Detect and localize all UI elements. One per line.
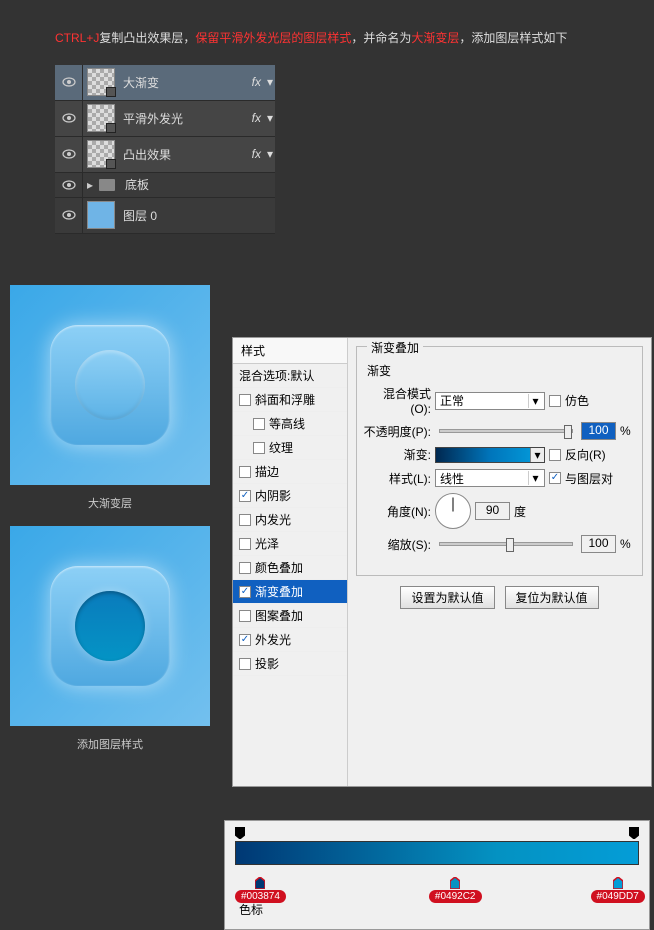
gradient-editor: #003874 #0492C2 #049DD7 色标 [224, 820, 650, 930]
row-angle: 角度(N): 90 度 [363, 493, 636, 529]
color-stop[interactable]: #0492C2 [429, 877, 482, 903]
scale-slider[interactable] [439, 542, 573, 546]
visibility-eye-icon[interactable] [55, 198, 83, 233]
style-bevel[interactable]: 斜面和浮雕 [233, 388, 347, 412]
style-contour[interactable]: 等高线 [233, 412, 347, 436]
layer-name: 平滑外发光 [119, 110, 252, 127]
style-blending-options[interactable]: 混合选项:默认 [233, 364, 347, 388]
style-color-overlay[interactable]: 颜色叠加 [233, 556, 347, 580]
style-list-header: 样式 [233, 338, 347, 364]
style-inner-glow[interactable]: 内发光 [233, 508, 347, 532]
preview-gradient-layer [10, 285, 210, 485]
fx-badge[interactable]: fx [252, 111, 265, 125]
reset-default-button[interactable]: 复位为默认值 [505, 586, 599, 609]
layer-thumbnail[interactable] [87, 140, 115, 168]
layer-thumbnail[interactable] [87, 68, 115, 96]
style-gradient-overlay[interactable]: 渐变叠加 [233, 580, 347, 604]
dither-checkbox[interactable] [549, 395, 561, 407]
previews: 大渐变层 添加图层样式 [10, 285, 210, 767]
style-texture[interactable]: 纹理 [233, 436, 347, 460]
row-gradient: 渐变: ▾ 反向(R) [363, 446, 636, 463]
row-style: 样式(L): 线性▾ 与图层对 [363, 469, 636, 487]
row-scale: 缩放(S): 100 % [363, 535, 636, 553]
layer-thumbnail[interactable] [87, 201, 115, 229]
visibility-eye-icon[interactable] [55, 65, 83, 100]
fx-badge[interactable]: fx [252, 75, 265, 89]
opacity-stop-icon[interactable] [235, 827, 245, 839]
preview-styled [10, 526, 210, 726]
visibility-eye-icon[interactable] [55, 101, 83, 136]
chevron-icon[interactable]: ▾ [265, 147, 275, 161]
color-stop[interactable]: #003874 [235, 877, 286, 903]
opacity-slider[interactable] [439, 429, 573, 433]
blend-mode-dropdown[interactable]: 正常▾ [435, 392, 545, 410]
gradient-overlay-panel: 渐变叠加 渐变 混合模式(O): 正常▾ 仿色 不透明度(P): 100 % 渐… [348, 338, 651, 786]
color-stop[interactable]: #049DD7 [591, 877, 645, 903]
gradient-picker[interactable]: ▾ [435, 447, 545, 463]
sub-title: 渐变 [367, 362, 636, 379]
style-dropdown[interactable]: 线性▾ [435, 469, 545, 487]
visibility-eye-icon[interactable] [55, 137, 83, 172]
fx-badge[interactable]: fx [252, 147, 265, 161]
layer-row-background[interactable]: 图层 0 [55, 198, 275, 234]
caption: 大渐变层 [10, 495, 210, 511]
layer-row-gradient[interactable]: 大渐变 fx ▾ [55, 65, 275, 101]
style-inner-shadow[interactable]: 内阴影 [233, 484, 347, 508]
visibility-eye-icon[interactable] [55, 173, 83, 197]
style-pattern-overlay[interactable]: 图案叠加 [233, 604, 347, 628]
row-blend-mode: 混合模式(O): 正常▾ 仿色 [363, 385, 636, 416]
gradient-bar[interactable] [235, 841, 639, 865]
layer-thumbnail[interactable] [87, 104, 115, 132]
layers-panel: 大渐变 fx ▾ 平滑外发光 fx ▾ 凸出效果 fx ▾ ▸ 底板 图层 0 [55, 65, 275, 234]
color-hex-badge: #003874 [235, 890, 286, 903]
color-stops-label: 色标 [235, 901, 639, 918]
caption: 添加图层样式 [10, 736, 210, 752]
layer-name: 大渐变 [119, 74, 252, 91]
folder-icon [99, 179, 115, 191]
layer-row-smooth-glow[interactable]: 平滑外发光 fx ▾ [55, 101, 275, 137]
opacity-input[interactable]: 100 [581, 422, 616, 440]
chevron-icon[interactable]: ▾ [265, 111, 275, 125]
color-hex-badge: #0492C2 [429, 890, 482, 903]
row-opacity: 不透明度(P): 100 % [363, 422, 636, 440]
opacity-stop-icon[interactable] [629, 827, 639, 839]
layer-row-emboss[interactable]: 凸出效果 fx ▾ [55, 137, 275, 173]
color-hex-badge: #049DD7 [591, 890, 645, 903]
layer-style-dialog: 样式 混合选项:默认 斜面和浮雕 等高线 纹理 描边 内阴影 内发光 光泽 颜色… [232, 337, 652, 787]
layer-row-group[interactable]: ▸ 底板 [55, 173, 275, 198]
instruction-text: CTRL+J复制凸出效果层，保留平滑外发光层的图层样式，并命名为大渐变层，添加图… [0, 0, 654, 65]
scale-input[interactable]: 100 [581, 535, 616, 553]
align-layer-checkbox[interactable] [549, 472, 561, 484]
style-drop-shadow[interactable]: 投影 [233, 652, 347, 676]
set-default-button[interactable]: 设置为默认值 [400, 586, 494, 609]
reverse-checkbox[interactable] [549, 449, 561, 461]
angle-input[interactable]: 90 [475, 502, 510, 520]
hotkey: CTRL+J [55, 31, 99, 45]
fieldset-title: 渐变叠加 [367, 339, 423, 356]
chevron-icon[interactable]: ▾ [265, 75, 275, 89]
style-list: 样式 混合选项:默认 斜面和浮雕 等高线 纹理 描边 内阴影 内发光 光泽 颜色… [233, 338, 348, 786]
style-outer-glow[interactable]: 外发光 [233, 628, 347, 652]
layer-name: 底板 [121, 176, 275, 193]
layer-name: 凸出效果 [119, 146, 252, 163]
style-satin[interactable]: 光泽 [233, 532, 347, 556]
layer-name: 图层 0 [119, 207, 275, 224]
expand-triangle-icon[interactable]: ▸ [87, 178, 93, 192]
angle-dial[interactable] [435, 493, 471, 529]
style-stroke[interactable]: 描边 [233, 460, 347, 484]
